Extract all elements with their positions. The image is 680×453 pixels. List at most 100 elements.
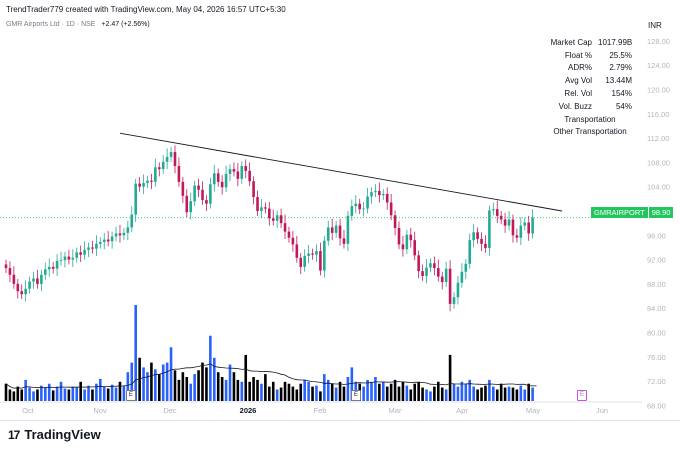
y-axis-tick-label: 72.00 bbox=[647, 377, 666, 386]
y-axis-tick-label: 88.00 bbox=[647, 280, 666, 289]
volume-bar bbox=[87, 385, 90, 401]
volume-bar bbox=[271, 381, 275, 401]
volume-bar bbox=[240, 381, 244, 401]
volume-bar bbox=[181, 372, 185, 401]
x-axis-tick-label: 2026 bbox=[240, 406, 257, 415]
volume-bar bbox=[55, 386, 59, 401]
candle-body bbox=[75, 252, 79, 258]
tradingview-logo[interactable]: 17 TradingView bbox=[8, 427, 101, 442]
y-axis-tick-label: 120.00 bbox=[647, 86, 670, 95]
volume-bar bbox=[134, 305, 137, 401]
y-axis-tick-label: 124.00 bbox=[647, 61, 670, 70]
candle-body bbox=[527, 222, 530, 234]
candle-body bbox=[307, 253, 310, 256]
candle-body bbox=[295, 244, 299, 258]
candle-body bbox=[260, 207, 263, 211]
candle-body bbox=[169, 152, 173, 157]
candle-body bbox=[495, 209, 499, 216]
volume-bar bbox=[389, 383, 393, 401]
volume-bar bbox=[24, 379, 27, 401]
volume-bar bbox=[8, 389, 12, 401]
volume-bar bbox=[460, 381, 464, 401]
candle-body bbox=[95, 243, 98, 249]
candle-body bbox=[232, 169, 236, 172]
volume-bar bbox=[193, 374, 196, 401]
volume-bar bbox=[319, 391, 322, 401]
volume-bar bbox=[417, 381, 420, 401]
candle-body bbox=[417, 255, 420, 272]
candle-body bbox=[36, 278, 39, 284]
currency-label[interactable]: INR bbox=[648, 21, 662, 30]
x-axis-tick-label: May bbox=[526, 406, 540, 415]
volume-bar bbox=[185, 377, 189, 401]
candle-body bbox=[63, 256, 67, 261]
volume-bar bbox=[209, 335, 212, 401]
volume-bar bbox=[32, 391, 35, 401]
candle-body bbox=[20, 291, 24, 295]
candle-body bbox=[134, 183, 137, 215]
candle-body bbox=[271, 218, 275, 221]
stat-value: 154% bbox=[611, 89, 632, 99]
stat-row: Rel. Vol 154% bbox=[546, 87, 634, 100]
candle-body bbox=[256, 197, 259, 211]
candle-body bbox=[492, 209, 495, 211]
candle-body bbox=[480, 238, 483, 244]
stat-row: Vol. Buzz 54% bbox=[546, 100, 634, 113]
volume-bar bbox=[173, 370, 177, 401]
candle-body bbox=[519, 225, 523, 238]
volume-bar bbox=[252, 377, 255, 401]
volume-bar bbox=[110, 384, 114, 401]
volume-bar bbox=[374, 377, 377, 401]
stat-value: 54% bbox=[615, 101, 632, 111]
industry-label: Other Transportation bbox=[553, 127, 627, 137]
candle-body bbox=[126, 227, 130, 233]
candle-body bbox=[452, 297, 456, 304]
volume-bar bbox=[429, 391, 432, 401]
symbol-legend[interactable]: GMR Airports Ltd · 1D · NSE +2.47 (+2.56… bbox=[6, 21, 150, 28]
earnings-marker-upcoming[interactable]: E bbox=[577, 390, 587, 401]
volume-bar bbox=[425, 389, 428, 401]
stat-label: Market Cap bbox=[550, 37, 592, 47]
volume-bar bbox=[480, 387, 483, 401]
price-tag-symbol: GMRAIRPORT bbox=[591, 207, 648, 218]
candle-body bbox=[189, 201, 193, 213]
volume-bar bbox=[71, 386, 75, 401]
candle-body bbox=[468, 240, 472, 264]
candle-body bbox=[228, 169, 232, 174]
volume-bar bbox=[165, 362, 169, 401]
x-axis-tick-label: Oct bbox=[22, 406, 35, 415]
volume-bar bbox=[279, 387, 283, 401]
y-axis-tick-label: 108.00 bbox=[647, 158, 670, 167]
candle-body bbox=[32, 278, 35, 282]
volume-bar bbox=[393, 379, 397, 401]
chart-attribution: TrendTrader779 created with TradingView.… bbox=[6, 5, 286, 14]
earnings-marker[interactable]: E bbox=[351, 390, 361, 401]
volume-bar bbox=[232, 372, 236, 401]
candle-body bbox=[409, 234, 413, 241]
volume-bar bbox=[244, 354, 248, 401]
volume-bar bbox=[67, 389, 71, 401]
stat-label: Rel. Vol bbox=[564, 89, 592, 99]
volume-bar bbox=[440, 387, 444, 401]
earnings-marker[interactable]: E bbox=[126, 390, 136, 401]
volume-bar bbox=[307, 381, 310, 401]
volume-bar bbox=[142, 367, 145, 401]
candle-body bbox=[28, 281, 31, 289]
volume-bar bbox=[256, 379, 259, 401]
candle-body bbox=[460, 271, 464, 283]
volume-bar bbox=[248, 381, 251, 401]
candle-body bbox=[83, 249, 86, 255]
volume-bar bbox=[59, 381, 63, 401]
candle-body bbox=[425, 267, 428, 277]
candle-body bbox=[138, 183, 141, 187]
stat-label: ADR% bbox=[567, 63, 592, 73]
y-axis-tick-label: 128.00 bbox=[647, 37, 670, 46]
candle-body bbox=[389, 202, 393, 216]
candle-body bbox=[236, 171, 240, 179]
volume-bar bbox=[311, 386, 314, 401]
volume-bar bbox=[28, 387, 31, 401]
candle-body bbox=[334, 225, 338, 233]
candle-body bbox=[106, 239, 110, 242]
candle-body bbox=[437, 268, 440, 277]
volume-bar bbox=[102, 386, 106, 401]
